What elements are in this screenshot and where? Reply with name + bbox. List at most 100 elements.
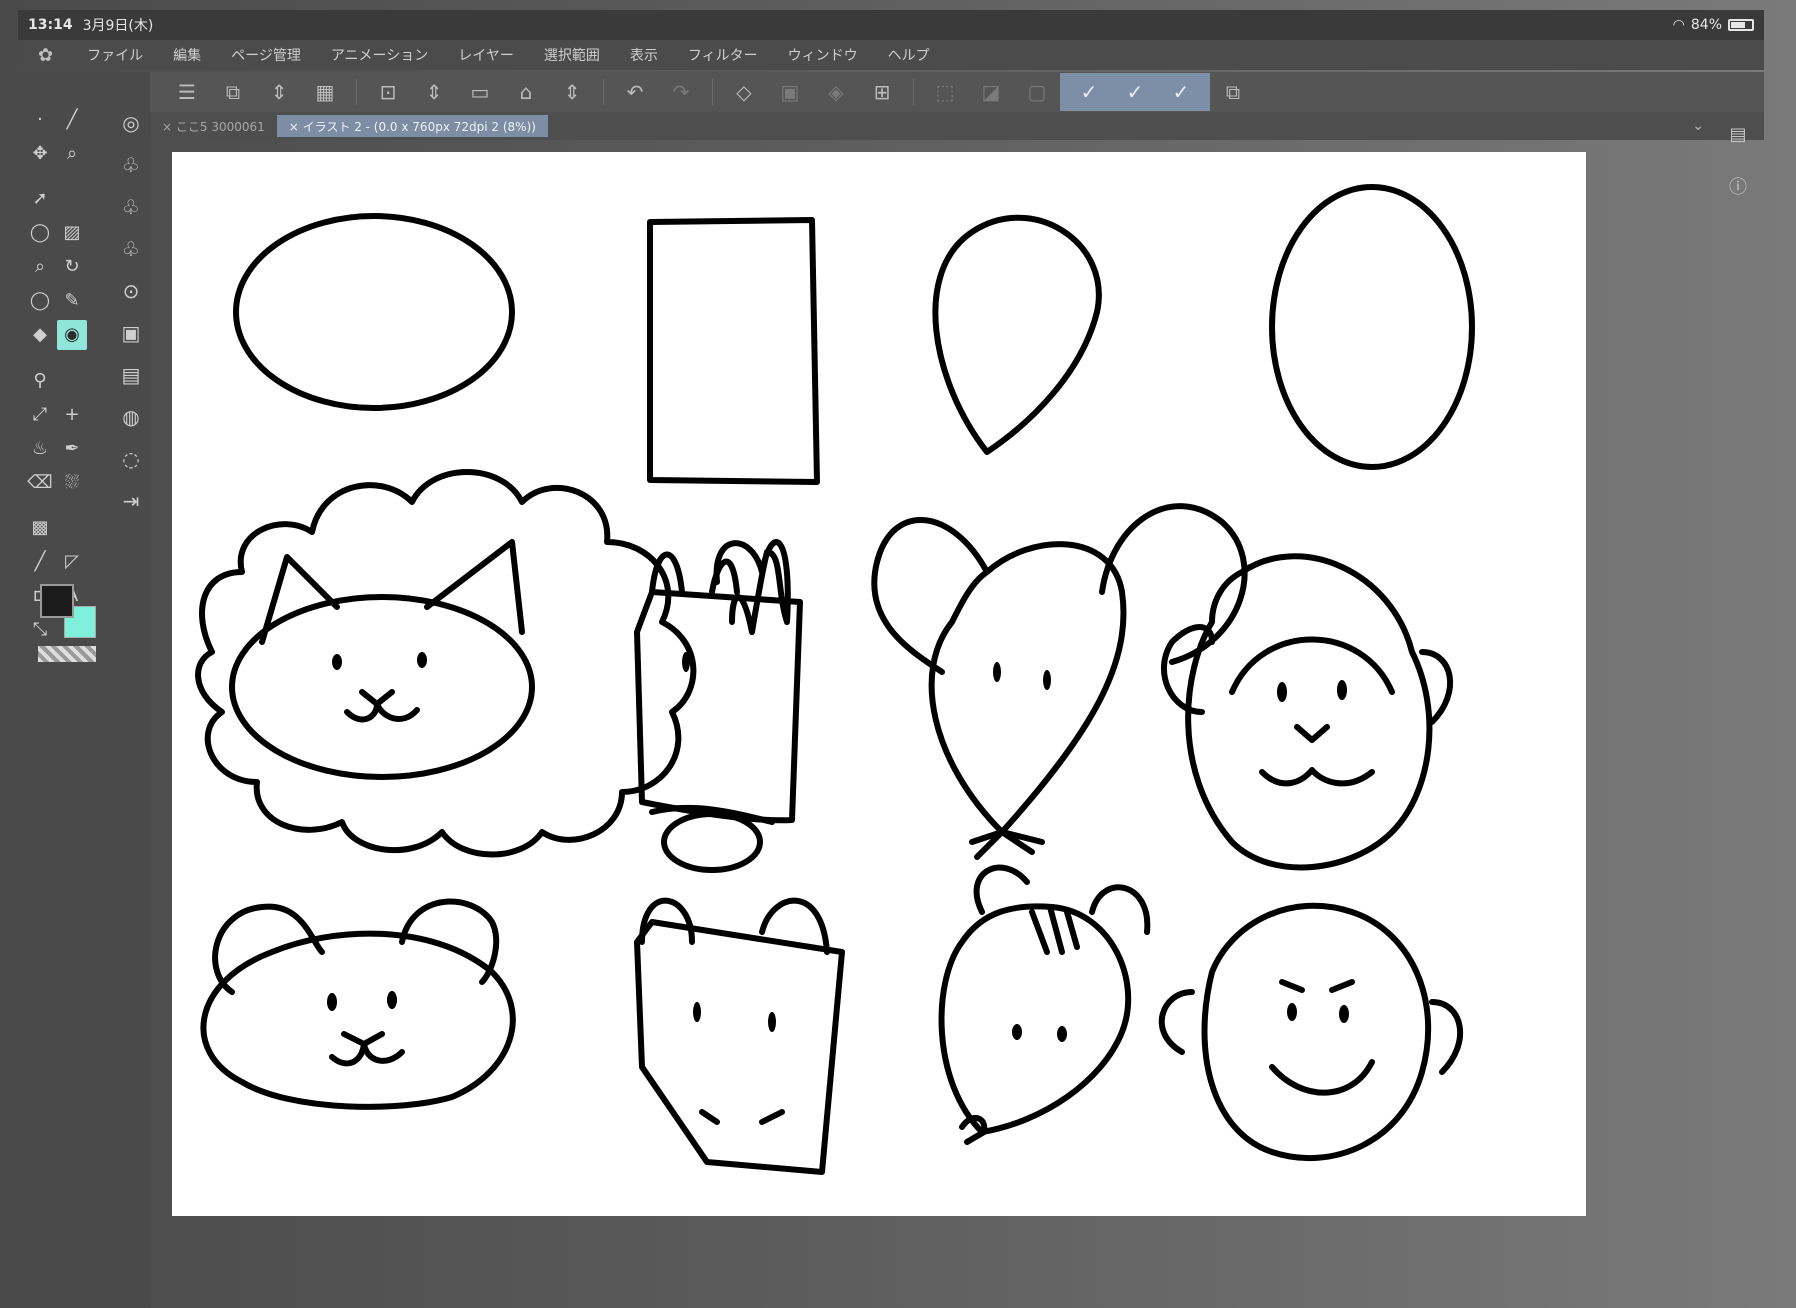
figure-tool-icon[interactable]: ◸ bbox=[57, 547, 87, 577]
frame-icon[interactable]: ▢ bbox=[1014, 75, 1060, 109]
fill-selection-icon[interactable]: ◈ bbox=[813, 75, 859, 109]
dropper-tool-icon[interactable]: ⚲ bbox=[25, 365, 55, 395]
deselect-icon[interactable]: ▣ bbox=[767, 75, 813, 109]
plus-tool-icon[interactable]: + bbox=[57, 399, 87, 429]
subtool-icon-5[interactable]: ⊙ bbox=[112, 270, 150, 312]
line-tool-icon[interactable]: ╱ bbox=[25, 547, 55, 577]
separator bbox=[913, 79, 914, 105]
main-color-swatch[interactable] bbox=[40, 584, 74, 618]
app-menu-icon[interactable]: ✿ bbox=[38, 45, 53, 66]
subtool-icon-3[interactable]: ♧ bbox=[112, 186, 150, 228]
hamburger-icon[interactable]: ☰ bbox=[164, 75, 210, 109]
command-bar: ☰ ⧉ ⇕ ▦ ⊡ ⇕ ▭ ⌂ ⇕ ↶ ↷ ◇ ▣ ◈ ⊞ ⬚ ◪ ▢ ✓ ✓ … bbox=[150, 72, 1764, 112]
menu-help[interactable]: ヘルプ bbox=[888, 45, 930, 65]
stepper-icon-2[interactable]: ⇕ bbox=[411, 75, 457, 109]
status-time: 13:14 bbox=[28, 17, 73, 33]
menu-animation[interactable]: アニメーション bbox=[331, 45, 428, 65]
battery-percent: 84% bbox=[1690, 17, 1722, 33]
new-file-icon[interactable]: ⧉ bbox=[210, 75, 256, 109]
undo-icon[interactable]: ↶ bbox=[612, 75, 658, 109]
drawing-rectangle bbox=[647, 217, 820, 485]
subtool-icon-6[interactable]: ▣ bbox=[112, 312, 150, 354]
tone-tool-icon[interactable]: ▩ bbox=[25, 513, 55, 543]
drawing-cat bbox=[634, 897, 845, 1175]
crop-icon[interactable]: ⊞ bbox=[859, 75, 905, 109]
zoom-tool-icon[interactable]: ⌕ bbox=[57, 138, 87, 168]
menu-window[interactable]: ウィンドウ bbox=[788, 45, 858, 65]
brush-tool-icon[interactable]: ♨ bbox=[25, 433, 55, 463]
subtool-column: ◎ ♧ ♧ ♧ ⊙ ▣ ▤ ◍ ◌ ⇥ bbox=[112, 102, 152, 522]
transparent-color-swatch[interactable] bbox=[38, 646, 96, 662]
pen-stabilize-icon-1[interactable]: ✓ bbox=[1066, 75, 1112, 109]
grid-icon[interactable]: ▦ bbox=[302, 75, 348, 109]
drawing-tall-oval bbox=[1269, 184, 1475, 470]
drawing-oval bbox=[233, 213, 515, 411]
correct-tool-icon[interactable]: ⤡ bbox=[25, 615, 55, 645]
drawing-lion bbox=[195, 469, 697, 858]
menu-filter[interactable]: フィルター bbox=[688, 45, 758, 65]
marquee-tool-icon[interactable]: ▨ bbox=[57, 218, 87, 248]
separator bbox=[712, 79, 713, 105]
object-tool-icon[interactable]: ➚ bbox=[25, 184, 55, 214]
menu-view[interactable]: 表示 bbox=[630, 45, 658, 65]
fill-tool-icon[interactable]: ◆ bbox=[25, 320, 55, 350]
blank-tool bbox=[57, 172, 87, 202]
gradient-tool-icon[interactable]: ◉ bbox=[57, 319, 87, 350]
screen: 13:14 3月9日(木) ◠ 84% ✿ ファイル 編集 ページ管理 アニメー… bbox=[0, 0, 1796, 1308]
lasso-tool-icon[interactable]: ◯ bbox=[25, 218, 55, 248]
pen-stabilize-icon-3[interactable]: ✓ bbox=[1158, 75, 1204, 109]
blank-tool-2 bbox=[57, 354, 87, 384]
pen-stabilize-icon-2[interactable]: ✓ bbox=[1112, 75, 1158, 109]
subtool-icon-8[interactable]: ◍ bbox=[112, 396, 150, 438]
status-right: ◠ 84% bbox=[1673, 17, 1754, 33]
status-bar: 13:14 3月9日(木) ◠ 84% bbox=[18, 10, 1764, 40]
pen-tool-icon[interactable]: ╱ bbox=[57, 104, 87, 134]
drawing-monkey bbox=[1160, 553, 1453, 871]
subtool-icon-9[interactable]: ◌ bbox=[112, 438, 150, 480]
redo-icon[interactable]: ↷ bbox=[658, 75, 704, 109]
tab-canvas-1[interactable]: × ここ5 3000061 bbox=[150, 115, 277, 137]
layers-panel-icon[interactable]: ▤ bbox=[1724, 120, 1752, 148]
drawing-teardrop bbox=[932, 214, 1102, 455]
import-icon[interactable]: ⊡ bbox=[365, 75, 411, 109]
chevron-down-icon[interactable]: ⌄ bbox=[1692, 118, 1704, 134]
tool-column: ·╱ ✥⌕ ➚ ◯▨ ⌕↻ ◯✎ ◆◉ ⚲ ⤢+ ♨✒ ⌫⛆ ▩ ╱◸ ⊏A ⤡ bbox=[24, 102, 92, 647]
blend-tool-icon[interactable]: ⛆ bbox=[57, 467, 87, 497]
subtool-icon-1[interactable]: ◎ bbox=[112, 102, 150, 144]
subtool-icon-7[interactable]: ▤ bbox=[112, 354, 150, 396]
canvas-tab-bar: × ここ5 3000061 × イラスト 2 - (0.0 x 760px 72… bbox=[150, 112, 1764, 140]
menu-file[interactable]: ファイル bbox=[87, 45, 143, 65]
menu-selection[interactable]: 選択範囲 bbox=[544, 45, 600, 65]
blank-tool-3 bbox=[57, 501, 87, 531]
eraser-tool-icon[interactable]: ⌫ bbox=[25, 467, 55, 497]
menu-edit[interactable]: 編集 bbox=[173, 45, 201, 65]
stepper-icon[interactable]: ⇕ bbox=[256, 75, 302, 109]
menu-layer[interactable]: レイヤー bbox=[458, 45, 514, 65]
subtool-icon-10[interactable]: ⇥ bbox=[112, 480, 150, 522]
pencil-tool-icon[interactable]: ✎ bbox=[57, 286, 87, 316]
fill-icon[interactable]: ◪ bbox=[968, 75, 1014, 109]
rotate-tool-icon[interactable]: ↻ bbox=[57, 252, 87, 282]
subtool-icon-4[interactable]: ♧ bbox=[112, 228, 150, 270]
move-tool-icon[interactable]: ✥ bbox=[25, 138, 55, 168]
menu-page[interactable]: ページ管理 bbox=[231, 45, 301, 65]
vector-tool-icon[interactable]: ⤢ bbox=[25, 399, 55, 429]
subtool-icon-2[interactable]: ♧ bbox=[112, 144, 150, 186]
drawing-horse bbox=[634, 539, 803, 873]
tab-canvas-2[interactable]: × イラスト 2 - (0.0 x 760px 72dpi 2 (8%)) bbox=[276, 115, 548, 137]
transform-icon[interactable]: ◇ bbox=[721, 75, 767, 109]
save-icon[interactable]: ⌂ bbox=[503, 75, 549, 109]
snap-icon[interactable]: ⧉ bbox=[1210, 75, 1256, 109]
drawing-canvas[interactable] bbox=[172, 152, 1586, 1216]
wifi-icon: ◠ bbox=[1672, 17, 1685, 33]
eyedrop-tool-icon[interactable]: ⌕ bbox=[25, 252, 55, 282]
clear-icon[interactable]: ⬚ bbox=[922, 75, 968, 109]
open-folder-icon[interactable]: ▭ bbox=[457, 75, 503, 109]
marker-tool-icon[interactable]: ✒ bbox=[57, 433, 87, 463]
separator bbox=[356, 79, 357, 105]
lasso2-tool-icon[interactable]: ◯ bbox=[25, 286, 55, 316]
right-panel-icons: ▤ ⓘ bbox=[1720, 110, 1760, 224]
stepper-icon-3[interactable]: ⇕ bbox=[549, 75, 595, 109]
info-panel-icon[interactable]: ⓘ bbox=[1724, 172, 1752, 200]
tool-small-icon[interactable]: · bbox=[25, 104, 55, 134]
